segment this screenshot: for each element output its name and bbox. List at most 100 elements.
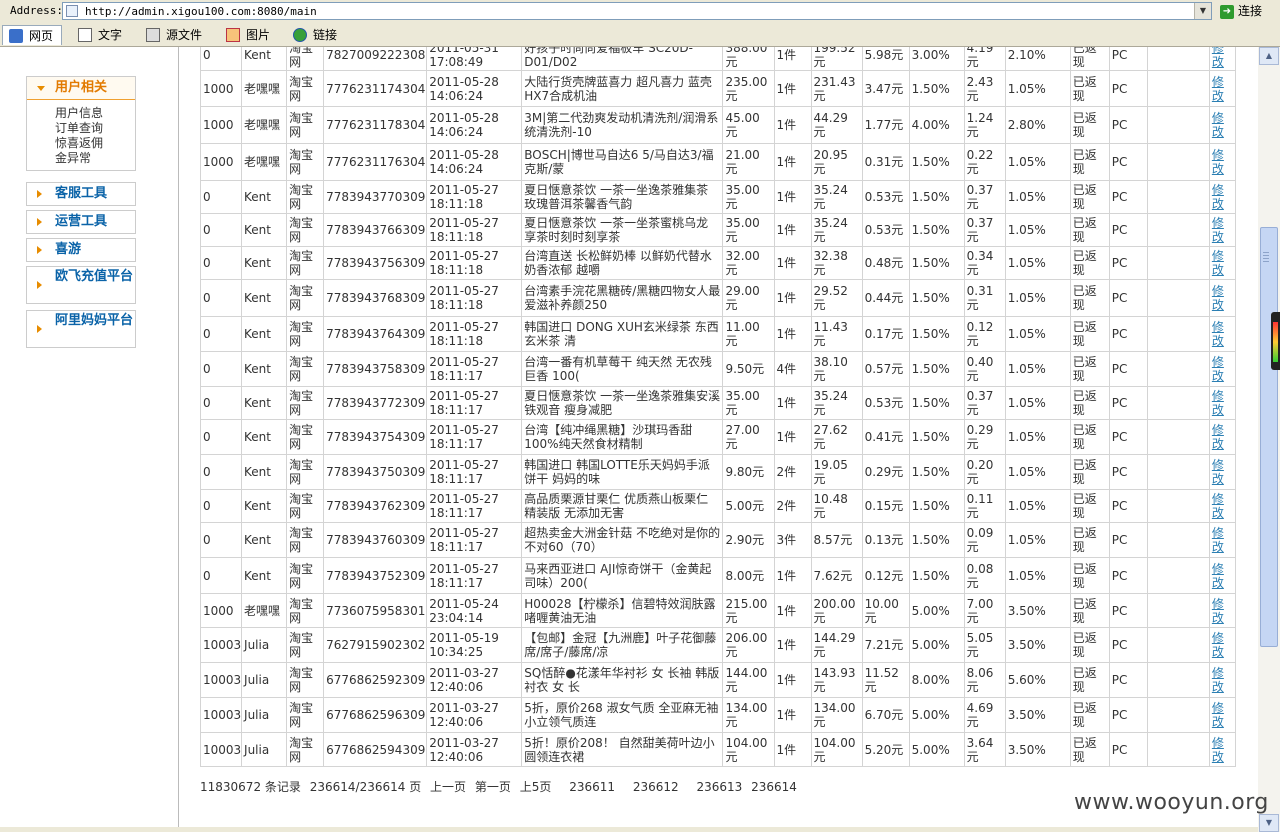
cell-username: Kent xyxy=(241,386,288,420)
cell-username: Kent xyxy=(241,180,288,214)
cell-commission: 0.15元 xyxy=(861,489,910,523)
cell-channel: PC xyxy=(1108,627,1148,663)
tab-text[interactable]: 文字 xyxy=(72,25,132,45)
cell-rebate: 1.24元 xyxy=(963,106,1006,144)
sidebar-item-surprise-rebate[interactable]: 惊喜返佣 xyxy=(55,136,135,151)
sidebar-item-anomaly[interactable]: 金异常 xyxy=(55,151,135,166)
cell-price: 29.00元 xyxy=(722,279,775,317)
cell-order-time: 2011-05-24 23:04:14 xyxy=(426,593,523,628)
address-input[interactable]: http://admin.xigou100.com:8080/main ▼ xyxy=(62,2,1212,20)
edit-link[interactable]: 修改 xyxy=(1212,562,1224,590)
cell-order-number: 76279159023027 xyxy=(323,627,428,663)
pager-page-link[interactable]: 236611 xyxy=(569,780,615,794)
chevron-right-icon xyxy=(37,281,42,289)
edit-link[interactable]: 修改 xyxy=(1212,526,1224,554)
cell-item-name: 夏日惬意茶饮 一茶一坐逸茶雅集安溪铁观音 瘦身减肥 xyxy=(521,386,724,420)
edit-link[interactable]: 修改 xyxy=(1212,284,1224,312)
order-date: 2011-03-27 xyxy=(429,666,499,680)
cell-price: 35.00元 xyxy=(722,180,775,214)
edit-link[interactable]: 修改 xyxy=(1212,111,1224,139)
cell-item-name: 5折！原价208！ 自然甜美荷叶边小圆领连衣裙 xyxy=(521,732,724,767)
edit-link[interactable]: 修改 xyxy=(1212,355,1224,383)
scroll-up-icon[interactable]: ▲ xyxy=(1259,47,1279,65)
cell-rebate: 0.40元 xyxy=(963,351,1006,387)
cell-channel: PC xyxy=(1108,70,1148,107)
edit-link[interactable]: 修改 xyxy=(1212,47,1224,69)
scrollbar-thumb[interactable] xyxy=(1260,227,1278,647)
vertical-scrollbar[interactable]: ▲ ▼ xyxy=(1258,47,1280,832)
edit-link[interactable]: 修改 xyxy=(1212,75,1224,103)
menu-service-header[interactable]: 客服工具 xyxy=(27,183,135,205)
orders-table: 0 Kent 淘宝网 78270092223081 2011-05-31 17:08:49… xyxy=(199,47,1237,767)
view-toolbar: 网页 文字 源文件 图片 链接 xyxy=(0,24,1280,47)
cell-username: Kent xyxy=(241,47,288,71)
pager-page-link[interactable]: 236614 xyxy=(751,780,797,794)
pager-prev[interactable]: 上一页 xyxy=(430,780,466,794)
pager-prev5[interactable]: 上5页 xyxy=(520,780,552,794)
edit-link[interactable]: 修改 xyxy=(1212,423,1224,451)
text-icon xyxy=(78,28,92,42)
edit-link[interactable]: 修改 xyxy=(1212,320,1224,348)
edit-link[interactable]: 修改 xyxy=(1212,148,1224,176)
cell-platform: 淘宝网 xyxy=(286,386,325,420)
cell-quantity: 1件 xyxy=(773,143,812,181)
cell-platform: 淘宝网 xyxy=(286,522,325,558)
edit-link[interactable]: 修改 xyxy=(1212,249,1224,277)
edit-link[interactable]: 修改 xyxy=(1212,458,1224,486)
pager-page-link[interactable]: 236613 xyxy=(696,780,742,794)
address-url[interactable]: http://admin.xigou100.com:8080/main xyxy=(85,5,317,18)
order-clock: 12:40:06 xyxy=(429,715,484,729)
cell-order-number: 77762311783043 xyxy=(323,106,428,144)
edit-link[interactable]: 修改 xyxy=(1212,183,1224,211)
menu-user-header[interactable]: 用户相关 xyxy=(27,77,135,100)
cell-extra xyxy=(1146,627,1210,663)
tab-images[interactable]: 图片 xyxy=(220,25,280,45)
watermark: www.wooyun.org xyxy=(1074,790,1269,815)
cell-commission: 6.70元 xyxy=(861,697,910,733)
tab-links[interactable]: 链接 xyxy=(287,25,347,45)
scroll-down-icon[interactable]: ▼ xyxy=(1259,814,1279,832)
edit-link[interactable]: 修改 xyxy=(1212,736,1224,764)
cell-user-id: 0 xyxy=(199,351,243,387)
sidebar-item-user-info[interactable]: 用户信息 xyxy=(55,106,135,121)
cell-paid-amount: 134.00元 xyxy=(810,697,863,733)
edit-link[interactable]: 修改 xyxy=(1212,631,1224,659)
tab-source[interactable]: 源文件 xyxy=(140,25,212,45)
edit-link[interactable]: 修改 xyxy=(1212,666,1224,694)
edit-link[interactable]: 修改 xyxy=(1212,216,1224,244)
cell-rebate: 0.09元 xyxy=(963,522,1006,558)
cell-user-id: 0 xyxy=(199,180,243,214)
address-dropdown-icon[interactable]: ▼ xyxy=(1194,3,1211,19)
tab-web[interactable]: 网页 xyxy=(2,25,62,45)
menu-alimama-header[interactable]: 阿里妈妈平台 xyxy=(27,311,135,347)
table-row: 10003 Julia 淘宝网 67768625963096 2011-03-27 12:… xyxy=(199,697,1237,733)
cell-order-number: 67768625943096 xyxy=(323,732,428,767)
edit-link[interactable]: 修改 xyxy=(1212,492,1224,520)
cell-platform: 淘宝网 xyxy=(286,279,325,317)
cell-commission: 7.21元 xyxy=(861,627,910,663)
cell-paid-amount: 10.48元 xyxy=(810,489,863,523)
menu-ofei-header[interactable]: 欧飞充值平台 xyxy=(27,267,135,303)
go-button[interactable]: ➜ 连接 xyxy=(1220,2,1276,20)
edit-link[interactable]: 修改 xyxy=(1212,597,1224,625)
order-clock: 14:06:24 xyxy=(429,125,484,139)
edit-link[interactable]: 修改 xyxy=(1212,389,1224,417)
menu-ops-header[interactable]: 运营工具 xyxy=(27,211,135,233)
cell-user-id: 0 xyxy=(199,522,243,558)
order-clock: 18:11:17 xyxy=(429,369,484,383)
pager-first[interactable]: 第一页 xyxy=(475,780,511,794)
cell-item-name: 好孩子时尚尚爱福板车 SC20D-D01/D02 xyxy=(521,47,724,71)
edit-link[interactable]: 修改 xyxy=(1212,701,1224,729)
menu-xiyou-header[interactable]: 喜游 xyxy=(27,239,135,261)
pager-page-link[interactable]: 236612 xyxy=(633,780,679,794)
table-row: 0 Kent 淘宝网 77839437503097 2011-05-27 18:11:17… xyxy=(199,454,1237,490)
order-date: 2011-05-27 xyxy=(429,183,499,197)
cell-price: 9.80元 xyxy=(722,454,775,490)
cell-commission-rate: 1.50% xyxy=(908,70,965,107)
sidebar-item-order-query[interactable]: 订单查询 xyxy=(55,121,135,136)
cell-commission-rate: 1.50% xyxy=(908,557,965,594)
cell-rebate: 3.64元 xyxy=(963,732,1006,767)
cell-channel: PC xyxy=(1108,279,1148,317)
cell-order-time: 2011-05-31 17:08:49 xyxy=(426,47,523,71)
cell-edit: 修改 xyxy=(1208,697,1237,733)
